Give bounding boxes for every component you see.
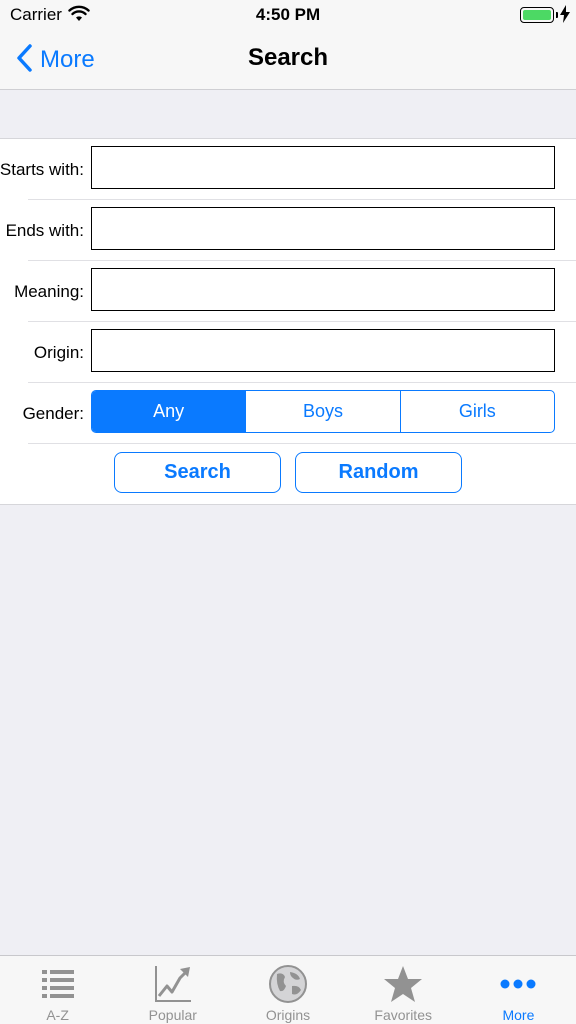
meaning-input[interactable] — [91, 268, 555, 311]
tab-popular[interactable]: Popular — [115, 956, 230, 1024]
meaning-label: Meaning: — [14, 281, 84, 301]
tab-label: A-Z — [46, 1007, 69, 1023]
random-button[interactable]: Random — [295, 452, 462, 493]
tab-bar: A-Z Popular Origins Favorites More — [0, 955, 576, 1024]
starts-with-input[interactable] — [91, 146, 555, 189]
ends-with-row: Ends with: — [0, 200, 576, 261]
trending-chart-icon — [153, 964, 193, 1004]
battery-icon — [520, 7, 554, 23]
battery-level — [523, 10, 551, 20]
search-form: Starts with: Ends with: Meaning: Origin:… — [0, 138, 576, 505]
tab-origins[interactable]: Origins — [230, 956, 345, 1024]
gender-option-boys[interactable]: Boys — [245, 391, 399, 432]
origin-input[interactable] — [91, 329, 555, 372]
list-icon — [38, 964, 78, 1004]
gender-label: Gender: — [22, 403, 84, 423]
tab-a-z[interactable]: A-Z — [0, 956, 115, 1024]
row-divider — [28, 443, 576, 444]
meaning-row: Meaning: — [0, 261, 576, 322]
origin-label: Origin: — [33, 342, 84, 362]
more-dots-icon — [498, 964, 538, 1004]
starts-with-label: Starts with: — [0, 159, 84, 179]
navigation-bar: More Search — [0, 30, 576, 90]
tab-label: Origins — [265, 1007, 311, 1023]
charging-bolt-icon — [560, 5, 570, 27]
battery-tip — [556, 12, 558, 18]
gender-row: Gender: Any Boys Girls — [0, 383, 576, 444]
page-title: Search — [247, 44, 329, 71]
ends-with-label: Ends with: — [5, 220, 84, 240]
ends-with-input[interactable] — [91, 207, 555, 250]
origin-row: Origin: — [0, 322, 576, 383]
tab-label: Popular — [148, 1007, 197, 1023]
clock: 4:50 PM — [255, 5, 321, 24]
gender-segmented-control: Any Boys Girls — [91, 390, 555, 433]
search-button[interactable]: Search — [114, 452, 281, 493]
tab-label: More — [502, 1007, 535, 1023]
tab-label: Favorites — [374, 1007, 432, 1023]
gender-option-any[interactable]: Any — [92, 391, 246, 432]
status-bar: Carrier 4:50 PM — [0, 0, 576, 30]
gender-option-girls[interactable]: Girls — [399, 391, 554, 432]
tab-more[interactable]: More — [461, 956, 576, 1024]
star-icon — [383, 964, 423, 1004]
tab-favorites[interactable]: Favorites — [346, 956, 461, 1024]
starts-with-row: Starts with: — [0, 139, 576, 200]
globe-icon — [268, 964, 308, 1004]
